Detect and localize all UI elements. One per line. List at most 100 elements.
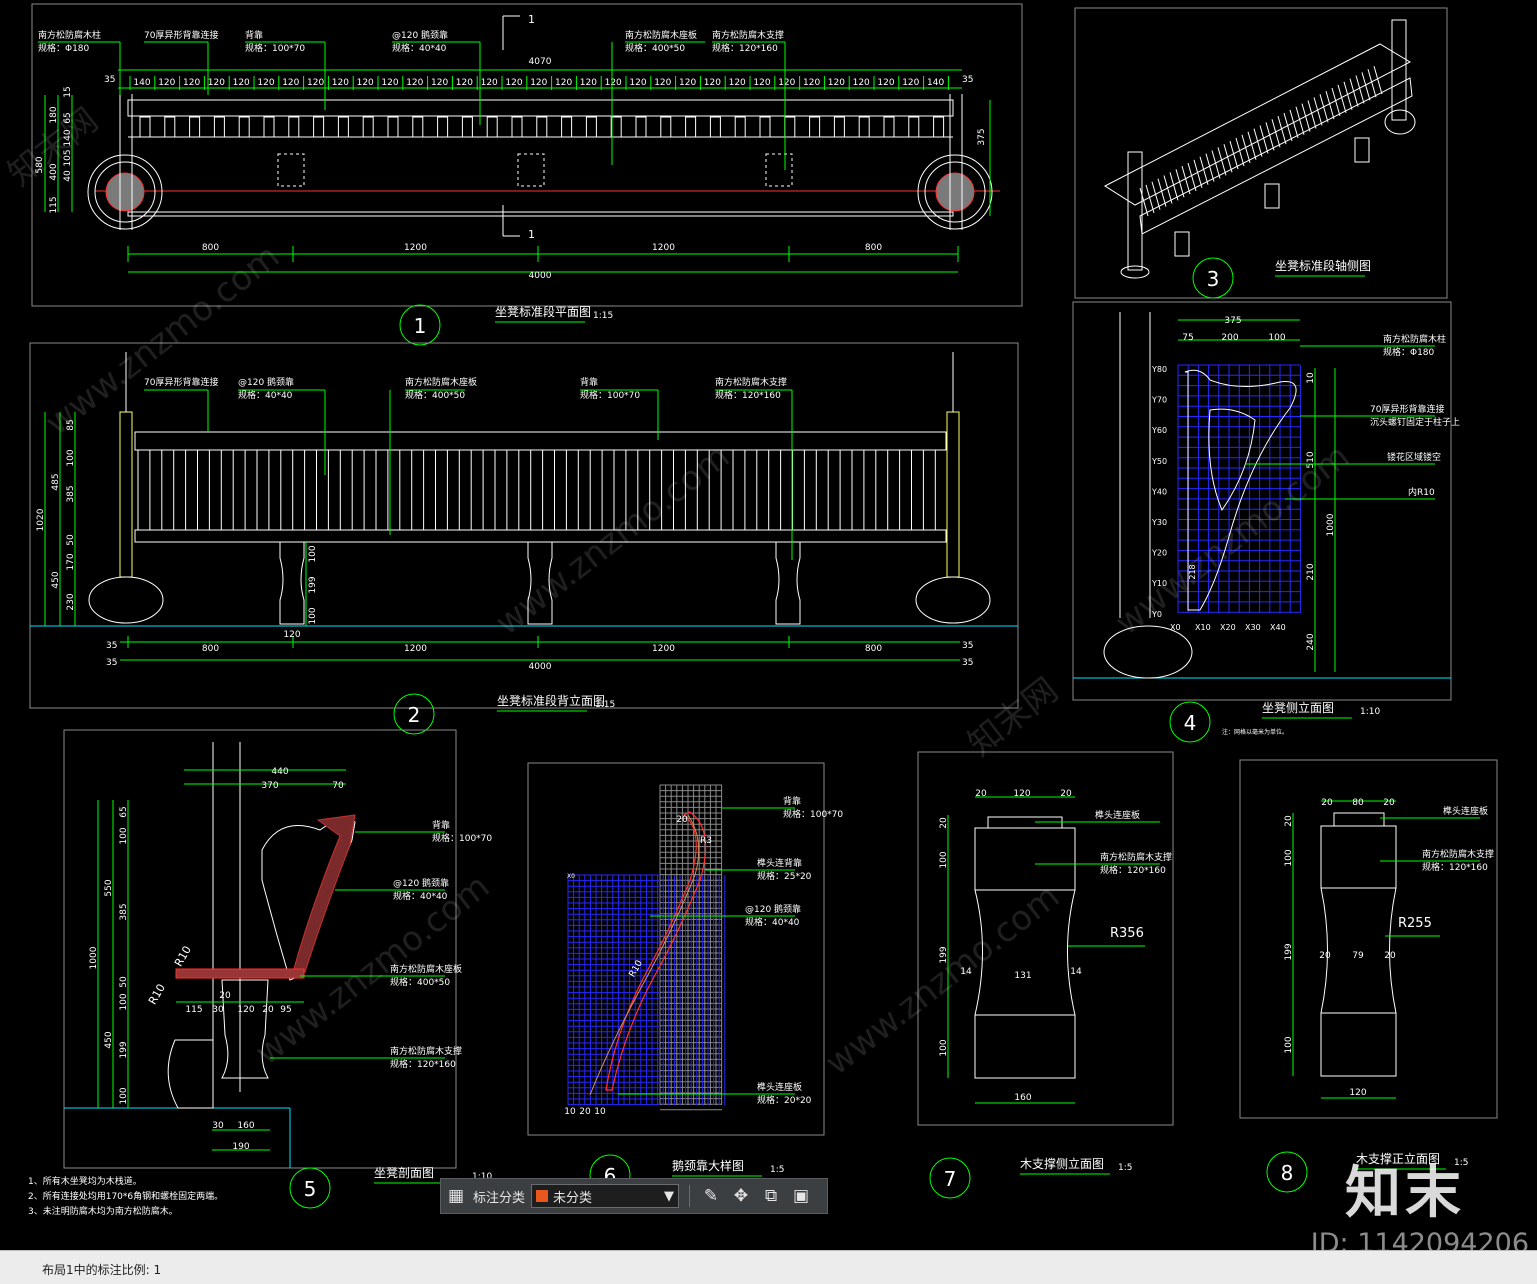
elev-callout-spec: 规格：40*40: [238, 389, 293, 401]
axo-post: [1127, 151, 1143, 271]
dim-label: 120: [580, 78, 597, 88]
dim-label: 140: [133, 78, 150, 88]
support-profile: [974, 827, 1076, 1079]
section-callout-text: 背靠: [432, 819, 450, 831]
category-select[interactable]: 未分类 ▼: [531, 1184, 680, 1208]
dim-label: 79: [1352, 951, 1364, 961]
view-scale: 1:5: [1118, 1163, 1132, 1173]
dim-label: 120: [605, 78, 622, 88]
view-title: 坐凳标准段背立面图: [497, 693, 605, 708]
dim-label: 120: [803, 78, 820, 88]
plan-callout-text: 南方松防腐木支撑: [712, 29, 784, 41]
goose-neck-slat: [164, 116, 176, 138]
dim-label: 100: [119, 827, 129, 844]
goose-neck-slat: [263, 116, 275, 138]
dim-label: 160: [1014, 1093, 1031, 1103]
dim-label: 385: [119, 903, 129, 920]
radius-label: R356: [1110, 926, 1144, 941]
goose-neck-slat: [461, 116, 473, 138]
view-title: 坐凳侧立面图: [1262, 700, 1334, 715]
dim-label: 20: [1060, 789, 1072, 799]
detail-callout-spec: 规格：40*40: [745, 916, 800, 928]
view-number: 3: [1207, 267, 1220, 291]
goose-neck-slat: [337, 116, 349, 138]
dim-label: 190: [232, 1142, 249, 1152]
plan-callout-spec: 规格：40*40: [392, 42, 447, 54]
detail-callout-spec: 规格：20*20: [757, 1094, 812, 1106]
view-1-frame: [31, 3, 1023, 307]
dim-label: 120: [257, 78, 274, 88]
radius-label: R10: [172, 944, 194, 969]
dim-label: 30: [212, 1121, 224, 1131]
dim-label: 14: [1070, 967, 1082, 977]
seat-edge: [127, 211, 954, 217]
edit-icon[interactable]: ✎: [696, 1181, 726, 1211]
dim-label: 80: [1352, 798, 1364, 808]
goose-neck-slat: [933, 116, 945, 138]
dim-label: 120: [853, 78, 870, 88]
grid-axis-label: X0: [567, 873, 575, 880]
grid-icon[interactable]: ▦: [441, 1181, 471, 1211]
grid-axis-label: Y60: [1151, 426, 1167, 435]
support8-callout-spec: 规格：120*160: [1422, 861, 1488, 873]
grid-axis-label: X30: [1245, 623, 1261, 632]
dim-label: 120: [307, 78, 324, 88]
goose-neck-slat: [189, 116, 201, 138]
axo-post-base: [1120, 265, 1150, 279]
cad-drawing: 407035 35140 120 120 120 120 120 120 120 120 120 12…: [28, 3, 1498, 1217]
dim-label: 100: [1284, 849, 1294, 866]
goose-neck-slat: [883, 116, 895, 138]
grid-axis-label: Y20: [1151, 549, 1167, 558]
dim-label: 1200: [404, 644, 427, 654]
elev-callout-text: 南方松防腐木支撑: [715, 376, 787, 388]
dim-label: 375: [1224, 316, 1241, 326]
dim-label: 115: [49, 196, 59, 213]
goose-neck-slat: [561, 116, 573, 138]
goose-neck-slat: [610, 116, 622, 138]
axo-seat: [1139, 77, 1413, 235]
dim-label: 100: [939, 851, 949, 868]
dim-label: 100: [308, 607, 318, 624]
grid-axis-label: Y40: [1151, 487, 1167, 496]
axo-post-base: [1384, 109, 1416, 135]
copy-icon[interactable]: ⧉: [756, 1181, 786, 1211]
annotation-scale-status: 布局1中的标注比例: 1: [42, 1263, 162, 1277]
view-title: 坐凳标准段平面图: [495, 304, 591, 319]
dim-label: 120: [505, 78, 522, 88]
goose-neck-slat: [486, 116, 498, 138]
view-number: 5: [304, 1177, 317, 1201]
drawing-note: 注：网格以毫米为单位。: [1222, 728, 1288, 736]
view-scale: 1:5: [770, 1165, 784, 1175]
post-base-side: [1103, 625, 1193, 679]
dim-label: 120: [753, 78, 770, 88]
dim-label: 131: [1014, 971, 1031, 981]
dim-label: 120: [654, 78, 671, 88]
paste-icon[interactable]: ▣: [786, 1181, 816, 1211]
backrest-elevation: [134, 431, 947, 451]
move-icon[interactable]: ✥: [726, 1181, 756, 1211]
elev-callout-spec: 规格：100*70: [580, 389, 640, 401]
goose-neck-slat: [536, 116, 548, 138]
dim-label: 800: [202, 243, 219, 253]
grid-axis-label: Y0: [1151, 610, 1162, 619]
dim-label: 550: [104, 879, 114, 896]
grid-axis-label: Y50: [1151, 457, 1167, 466]
view-title: 木支撑侧立面图: [1020, 1156, 1104, 1171]
general-note: 3、未注明防腐木均为南方松防腐木。: [28, 1205, 178, 1217]
dim-label: 140: [63, 129, 73, 146]
dim-label: 20: [219, 991, 231, 1001]
section-callout-text: 南方松防腐木支撑: [390, 1045, 462, 1057]
dim-label: 440: [271, 767, 288, 777]
goose-neck-slat: [511, 116, 523, 138]
cad-drawing-canvas[interactable]: 4070 35 35 140 120 120 120 120 120 120 120 120 120 12…: [0, 0, 1537, 1250]
dim-label: 120: [406, 78, 423, 88]
dim-label: 35: [106, 641, 117, 651]
dim-label: 120: [679, 78, 696, 88]
grid-axis-label: X40: [1270, 623, 1286, 632]
support-elevation: [279, 541, 305, 625]
dim-label: 40: [63, 170, 73, 182]
section-callout-spec: 规格：100*70: [432, 832, 492, 844]
plan-callout-text: @120 鹅颈靠: [392, 29, 448, 41]
goose-neck-slat: [387, 116, 399, 138]
goose-neck-slat: [139, 116, 151, 138]
